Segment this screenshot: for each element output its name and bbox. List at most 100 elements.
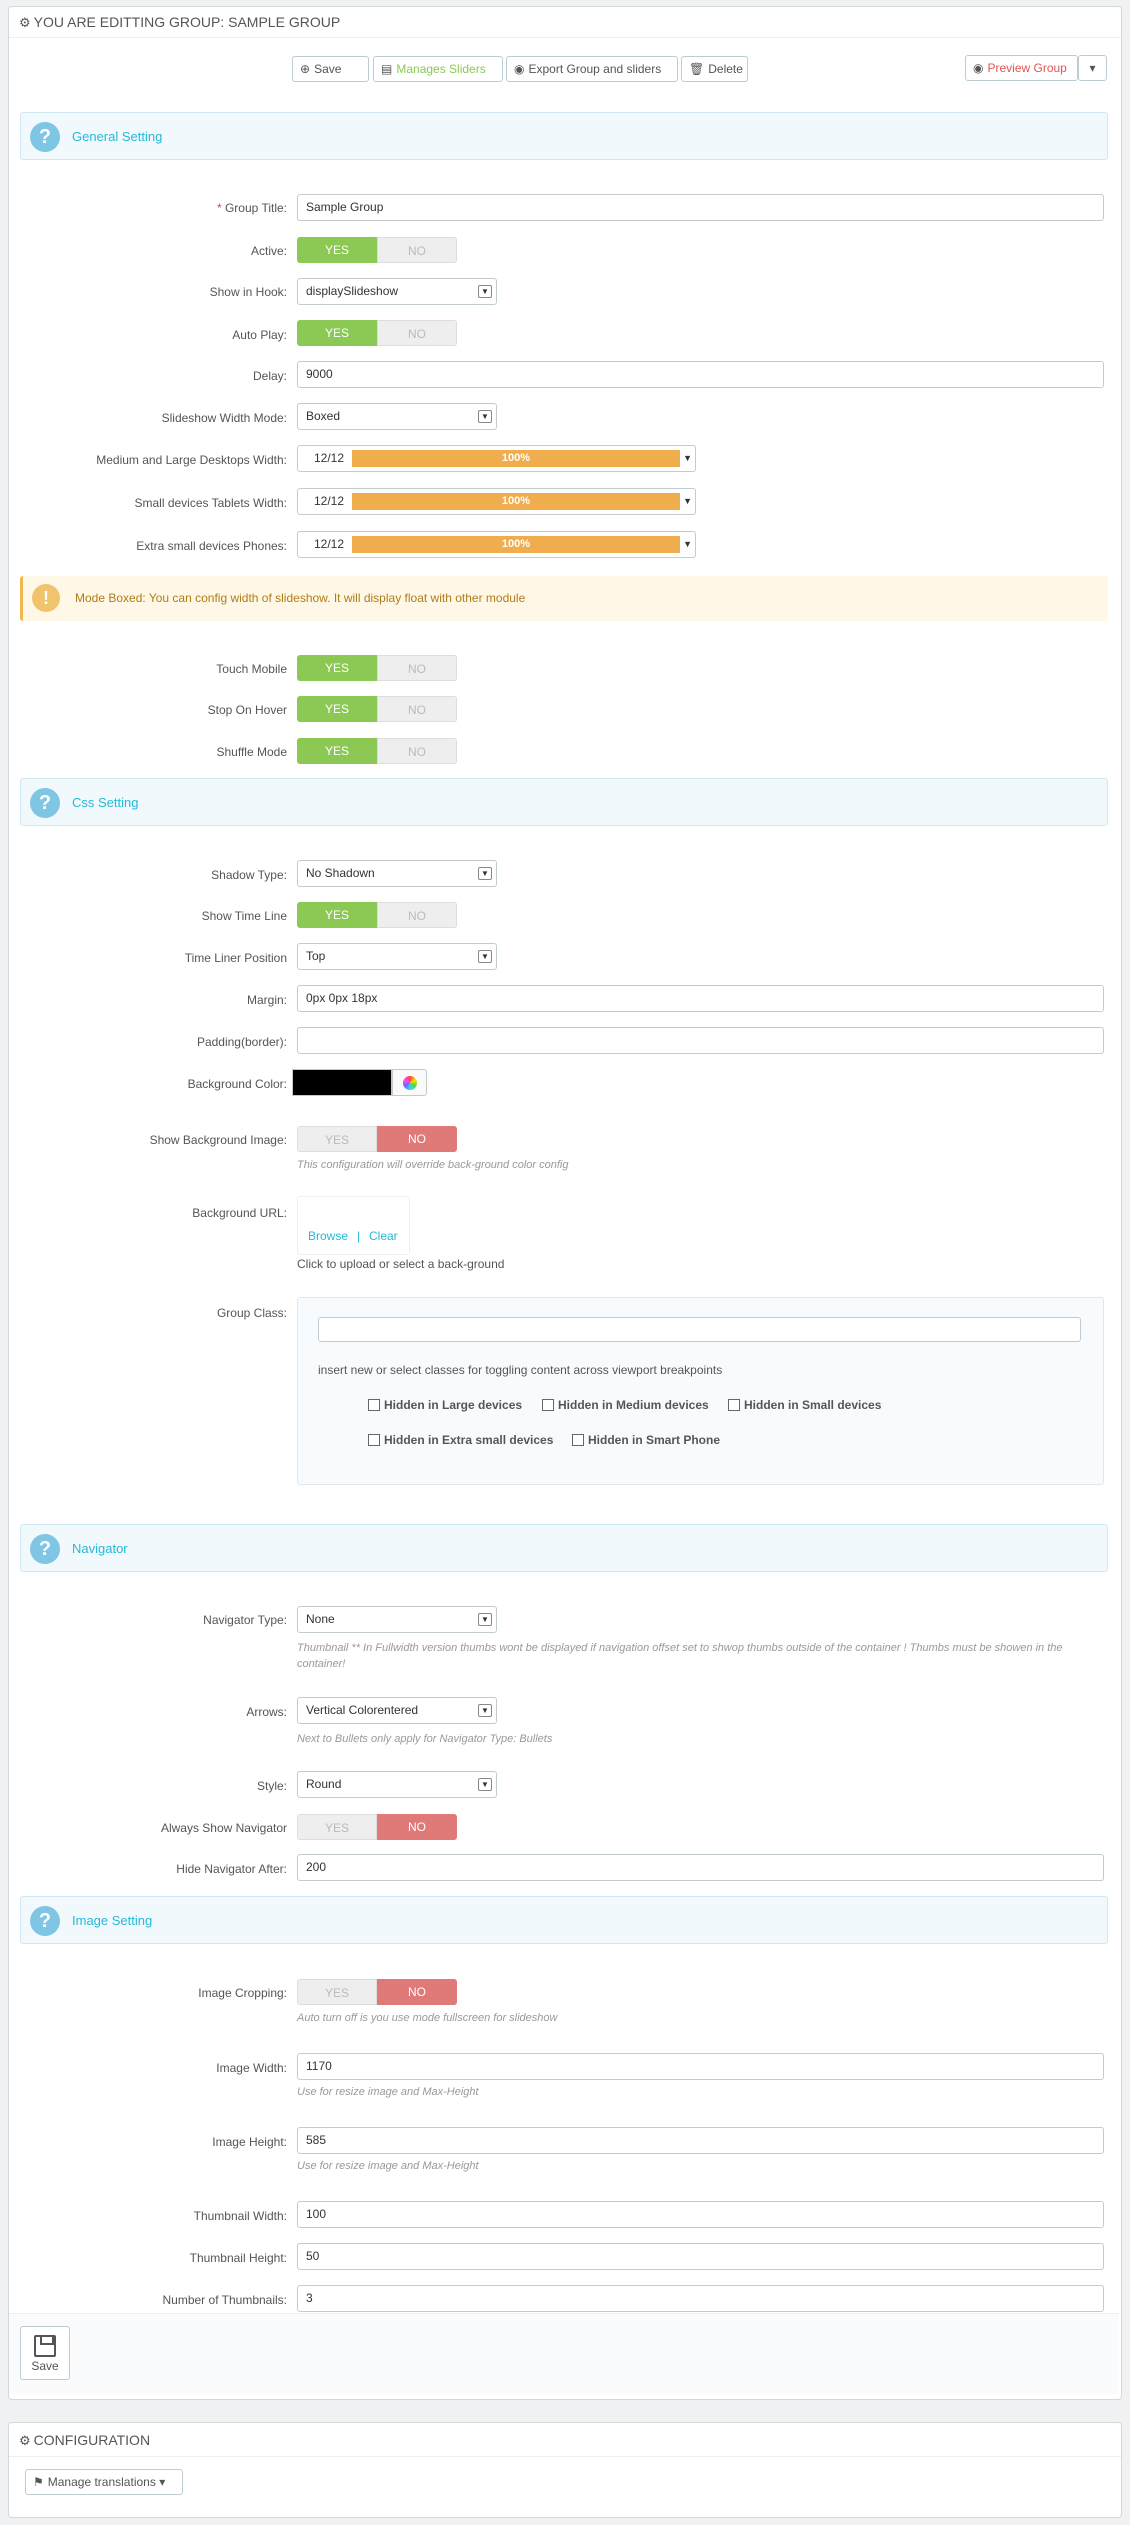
manage-translations-button[interactable]: ⚑ Manage translations ▾ (25, 2469, 183, 2495)
md-lg-width-control[interactable]: 12/12 100% ▼ (297, 445, 696, 472)
hide-navigator-after-input[interactable]: 200 (297, 1854, 1104, 1881)
active-switch[interactable]: YES NO (297, 237, 457, 263)
browse-link[interactable]: Browse (308, 1229, 348, 1243)
no-option[interactable]: NO (377, 1979, 457, 2005)
shadow-type-select[interactable]: No Shadown ▼ (297, 860, 497, 887)
padding-input[interactable] (297, 1027, 1104, 1054)
navigator-type-select[interactable]: None ▼ (297, 1606, 497, 1633)
section-title: Css Setting (72, 795, 139, 810)
yes-option[interactable]: YES (297, 237, 377, 263)
no-option[interactable]: NO (377, 655, 457, 681)
footer-save-button[interactable]: Save (20, 2326, 70, 2380)
touch-mobile-switch[interactable]: YES NO (297, 655, 457, 681)
checkbox-icon (728, 1399, 740, 1411)
section-title: Navigator (72, 1541, 128, 1556)
show-background-image-switch[interactable]: YES NO (297, 1126, 457, 1152)
preview-dropdown-toggle[interactable]: ▾ (1078, 55, 1107, 81)
time-liner-position-select[interactable]: Top ▼ (297, 943, 497, 970)
yes-option[interactable]: YES (297, 696, 377, 722)
clear-link[interactable]: Clear (369, 1229, 398, 1243)
yes-option[interactable]: YES (297, 655, 377, 681)
width-progress-bar: 100% (352, 493, 680, 510)
gears-icon: ⚙ (19, 2433, 31, 2448)
thumbnail-width-input[interactable]: 100 (297, 2201, 1104, 2228)
no-option[interactable]: NO (377, 738, 457, 764)
show-in-hook-value: displaySlideshow (306, 284, 399, 298)
yes-option[interactable]: YES (297, 1126, 377, 1152)
group-class-help: insert new or select classes for togglin… (318, 1363, 723, 1377)
arrows-help: Next to Bullets only apply for Navigator… (297, 1733, 553, 1745)
checkbox-icon (368, 1434, 380, 1446)
number-of-thumbnails-input[interactable]: 3 (297, 2285, 1104, 2312)
save-button[interactable]: ⊕ Save (292, 56, 369, 82)
delay-input[interactable]: 9000 (297, 361, 1104, 388)
arrows-select[interactable]: Vertical Colorentered ▼ (297, 1697, 497, 1724)
cols-value: 12/12 (314, 451, 345, 465)
footer-save-label: Save (31, 2359, 59, 2373)
hidden-medium-checkbox[interactable]: Hidden in Medium devices (542, 1398, 709, 1412)
yes-option[interactable]: YES (297, 1979, 377, 2005)
width-mode-select[interactable]: Boxed ▼ (297, 403, 497, 430)
caret-down-icon: ▼ (683, 496, 692, 506)
hidden-phone-checkbox[interactable]: Hidden in Smart Phone (572, 1433, 720, 1447)
arrows-label: Arrows: (246, 1705, 287, 1719)
export-button[interactable]: ◉ Export Group and sliders (506, 56, 678, 82)
margin-input[interactable]: 0px 0px 18px (297, 985, 1104, 1012)
yes-option[interactable]: YES (297, 738, 377, 764)
stop-on-hover-switch[interactable]: YES NO (297, 696, 457, 722)
no-option[interactable]: NO (377, 902, 457, 928)
manage-sliders-button[interactable]: ▤ Manages Sliders (373, 56, 503, 82)
hidden-xs-checkbox[interactable]: Hidden in Extra small devices (368, 1433, 553, 1447)
sm-width-control[interactable]: 12/12 100% ▼ (297, 488, 696, 515)
time-liner-position-label: Time Liner Position (184, 951, 287, 965)
xs-width-control[interactable]: 12/12 100% ▼ (297, 531, 696, 558)
shuffle-mode-label: Shuffle Mode (216, 745, 288, 759)
show-time-line-switch[interactable]: YES NO (297, 902, 457, 928)
preview-group-button[interactable]: ◉ Preview Group (965, 55, 1078, 81)
export-label: Export Group and sliders (528, 62, 662, 76)
show-in-hook-select[interactable]: displaySlideshow ▼ (297, 278, 497, 305)
css-setting-header: ? Css Setting (20, 778, 1108, 826)
flag-icon: ⚑ (33, 2475, 44, 2489)
thumbnail-height-input[interactable]: 50 (297, 2243, 1104, 2270)
yes-option[interactable]: YES (297, 320, 377, 346)
image-width-input[interactable]: 1170 (297, 2053, 1104, 2080)
no-option[interactable]: NO (377, 1126, 457, 1152)
question-icon: ? (30, 788, 60, 818)
navigator-header: ? Navigator (20, 1524, 1108, 1572)
save-label: Save (314, 62, 342, 76)
eye-icon: ◉ (514, 62, 525, 76)
style-select[interactable]: Round ▼ (297, 1771, 497, 1798)
always-show-navigator-switch[interactable]: YES NO (297, 1814, 457, 1840)
delete-button[interactable]: 🗑 Delete (681, 56, 748, 82)
group-class-input[interactable] (318, 1317, 1081, 1342)
color-picker-button[interactable] (392, 1069, 427, 1096)
sm-width-label: Small devices Tablets Width: (134, 496, 287, 510)
caret-down-icon: ▼ (683, 539, 692, 549)
image-height-input[interactable]: 585 (297, 2127, 1104, 2154)
shuffle-mode-switch[interactable]: YES NO (297, 738, 457, 764)
checkbox-icon (572, 1434, 584, 1446)
question-icon: ? (30, 122, 60, 152)
auto-play-label: Auto Play: (232, 328, 287, 342)
yes-option[interactable]: YES (297, 902, 377, 928)
no-option[interactable]: NO (377, 237, 457, 263)
eye-icon: ◉ (973, 61, 984, 75)
auto-play-switch[interactable]: YES NO (297, 320, 457, 346)
hidden-small-checkbox[interactable]: Hidden in Small devices (728, 1398, 881, 1412)
hidden-large-checkbox[interactable]: Hidden in Large devices (368, 1398, 522, 1412)
panel-title: YOU ARE EDITTING GROUP: SAMPLE GROUP (33, 14, 341, 30)
image-cropping-switch[interactable]: YES NO (297, 1979, 457, 2005)
no-option[interactable]: NO (377, 320, 457, 346)
gears-icon: ⚙ (19, 15, 31, 30)
background-url-label: Background URL: (192, 1206, 287, 1220)
background-color-swatch[interactable] (292, 1069, 392, 1096)
time-liner-position-value: Top (306, 949, 326, 963)
yes-option[interactable]: YES (297, 1814, 377, 1840)
no-option[interactable]: NO (377, 696, 457, 722)
question-icon: ? (30, 1906, 60, 1936)
background-color-label: Background Color: (187, 1077, 287, 1091)
margin-label: Margin: (246, 993, 287, 1007)
no-option[interactable]: NO (377, 1814, 457, 1840)
group-title-input[interactable]: Sample Group (297, 194, 1104, 221)
